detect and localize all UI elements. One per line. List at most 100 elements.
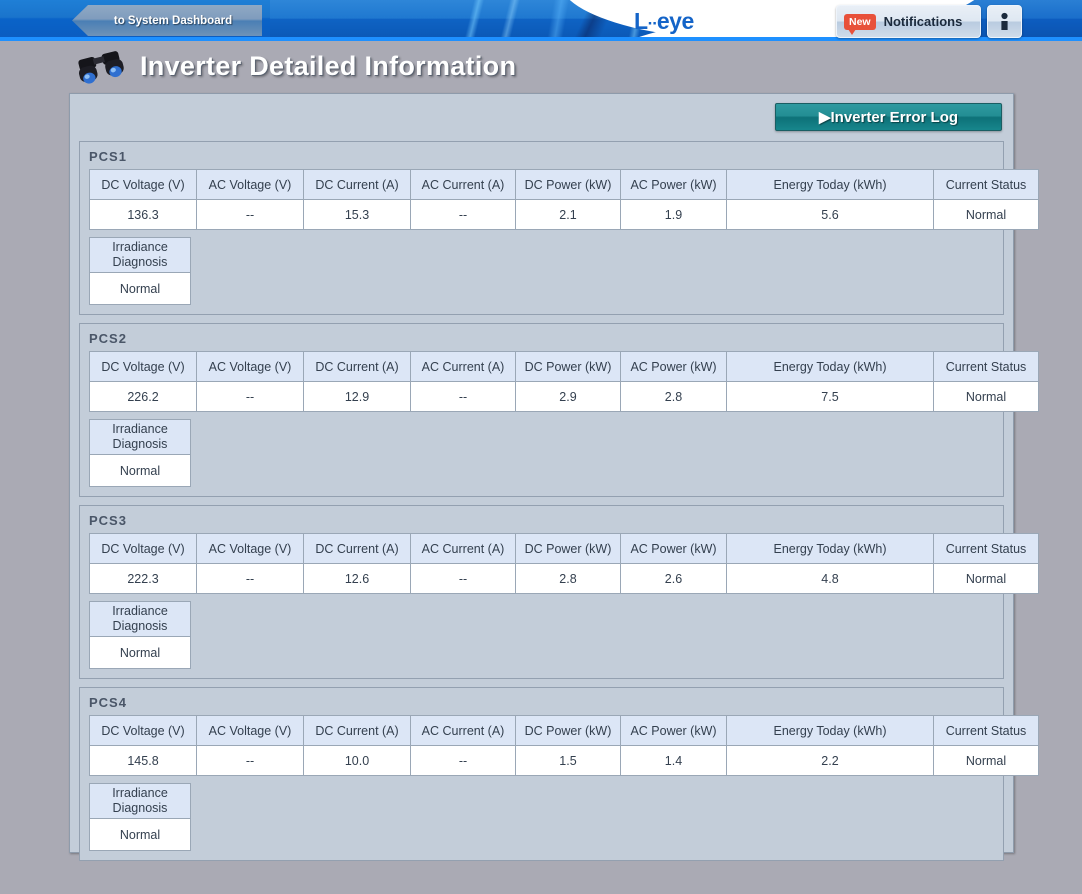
column-header: AC Voltage (V) [196,351,304,382]
table-cell: 2.2 [726,745,934,776]
irradiance-header-line1: Irradiance [112,786,168,800]
table-header-row: DC Voltage (V) AC Voltage (V) DC Current (… [89,533,1039,564]
table-row: 226.2 -- 12.9 -- 2.9 2.8 7.5 Normal [89,381,1039,412]
to-system-dashboard-button[interactable]: to System Dashboard [72,5,262,36]
irradiance-header-line2: Diagnosis [112,255,168,269]
table-cell: 7.5 [726,381,934,412]
column-header: DC Power (kW) [515,715,621,746]
column-header: AC Current (A) [410,169,516,200]
table-cell: 136.3 [89,199,197,230]
table-cell: 4.8 [726,563,934,594]
column-header: AC Power (kW) [620,351,727,382]
column-header: DC Voltage (V) [89,351,197,382]
irradiance-value-row: Normal [89,636,191,669]
table-header-row: DC Voltage (V) AC Voltage (V) DC Current (… [89,169,1039,200]
irradiance-diagnosis-value: Normal [89,272,191,305]
new-badge: New [844,13,876,35]
table-cell: 1.9 [620,199,727,230]
user-account-button[interactable] [987,5,1022,38]
table-cell: 15.3 [303,199,411,230]
logo-text-l: L [634,8,648,34]
pcs-metrics-table: DC Voltage (V) AC Voltage (V) DC Current (… [89,715,1039,776]
irradiance-diagnosis-table: Irradiance Diagnosis Normal [89,601,191,669]
irradiance-header-line1: Irradiance [112,604,168,618]
table-header-row: DC Voltage (V) AC Voltage (V) DC Current (… [89,715,1039,746]
notifications-label: Notifications [883,14,963,29]
pcs-title: PCS3 [89,513,127,528]
column-header: AC Voltage (V) [196,715,304,746]
table-cell: 222.3 [89,563,197,594]
column-header: AC Voltage (V) [196,533,304,564]
irradiance-header-line1: Irradiance [112,422,168,436]
pcs-metrics-table: DC Voltage (V) AC Voltage (V) DC Current (… [89,533,1039,594]
table-header-row: DC Voltage (V) AC Voltage (V) DC Current (… [89,351,1039,382]
irradiance-header-line2: Diagnosis [112,801,168,815]
column-header: Current Status [933,351,1039,382]
table-cell: 2.6 [620,563,727,594]
table-cell: 2.1 [515,199,621,230]
pcs-title: PCS4 [89,695,127,710]
column-header: Energy Today (kWh) [726,715,934,746]
irradiance-diagnosis-header: Irradiance Diagnosis [89,601,191,637]
irradiance-diagnosis-table: Irradiance Diagnosis Normal [89,237,191,305]
inverter-error-log-button[interactable]: ▶Inverter Error Log [775,103,1002,131]
table-cell: 10.0 [303,745,411,776]
column-header: DC Voltage (V) [89,169,197,200]
table-cell: 226.2 [89,381,197,412]
column-header: DC Power (kW) [515,533,621,564]
table-row: 136.3 -- 15.3 -- 2.1 1.9 5.6 Normal [89,199,1039,230]
table-cell: Normal [933,745,1039,776]
column-header: AC Power (kW) [620,715,727,746]
column-header: Current Status [933,533,1039,564]
table-cell: 2.8 [620,381,727,412]
column-header: DC Current (A) [303,533,411,564]
column-header: AC Current (A) [410,351,516,382]
page-title: Inverter Detailed Information [140,51,517,81]
irradiance-header-row: Irradiance Diagnosis [89,601,191,637]
irradiance-header-line2: Diagnosis [112,619,168,633]
irradiance-diagnosis-header: Irradiance Diagnosis [89,237,191,273]
column-header: Energy Today (kWh) [726,169,934,200]
pcs-title: PCS1 [89,149,127,164]
table-cell: 5.6 [726,199,934,230]
irradiance-header-line2: Diagnosis [112,437,168,451]
pcs-card: PCS4 DC Voltage (V) AC Voltage (V) DC Curre… [79,687,1039,861]
pcs-metrics-table: DC Voltage (V) AC Voltage (V) DC Current (… [89,351,1039,412]
table-cell: Normal [933,563,1039,594]
column-header: AC Power (kW) [620,169,727,200]
column-header: AC Voltage (V) [196,169,304,200]
pcs-card: PCS3 DC Voltage (V) AC Voltage (V) DC Curre… [79,505,1039,679]
irradiance-diagnosis-value: Normal [89,454,191,487]
table-cell: -- [410,745,516,776]
logo-text-eye: eye [656,8,694,34]
column-header: DC Voltage (V) [89,533,197,564]
table-cell: -- [410,381,516,412]
irradiance-header-row: Irradiance Diagnosis [89,783,191,819]
column-header: Current Status [933,715,1039,746]
irradiance-diagnosis-table: Irradiance Diagnosis Normal [89,783,191,851]
table-cell: 2.8 [515,563,621,594]
table-cell: -- [196,563,304,594]
notifications-button[interactable]: New Notifications [836,5,981,38]
column-header: DC Current (A) [303,715,411,746]
page-title-row: Inverter Detailed Information [0,41,1082,92]
person-icon [1001,12,1008,30]
column-header: AC Current (A) [410,533,516,564]
column-header: DC Power (kW) [515,351,621,382]
table-cell: 2.9 [515,381,621,412]
irradiance-diagnosis-header: Irradiance Diagnosis [89,783,191,819]
column-header: Current Status [933,169,1039,200]
irradiance-header-row: Irradiance Diagnosis [89,419,191,455]
table-cell: 1.5 [515,745,621,776]
table-cell: -- [410,199,516,230]
table-cell: -- [196,381,304,412]
irradiance-diagnosis-value: Normal [89,636,191,669]
irradiance-value-row: Normal [89,818,191,851]
logo-dots: ·· [647,14,658,33]
irradiance-value-row: Normal [89,272,191,305]
pcs-card: PCS2 DC Voltage (V) AC Voltage (V) DC Curre… [79,323,1039,497]
table-cell: -- [196,199,304,230]
table-row: 145.8 -- 10.0 -- 1.5 1.4 2.2 Normal [89,745,1039,776]
column-header: DC Voltage (V) [89,715,197,746]
column-header: AC Current (A) [410,715,516,746]
